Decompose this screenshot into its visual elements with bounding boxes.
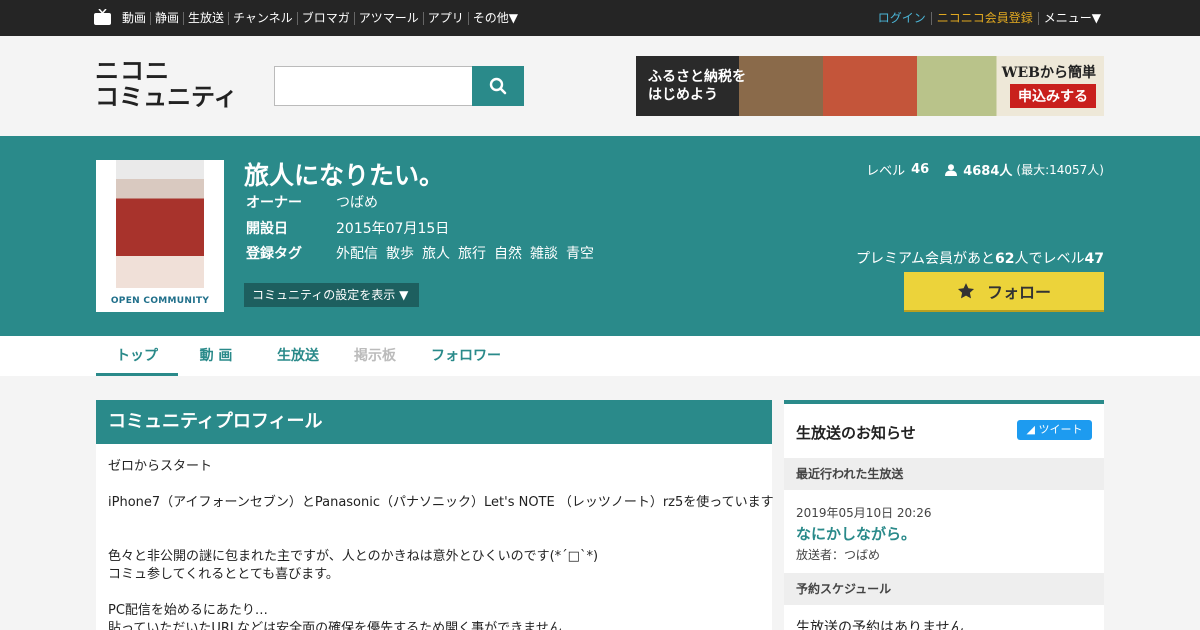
profile-line: PC配信を始めるにあたり… bbox=[108, 603, 268, 618]
owner-row: オーナー つばめ bbox=[246, 192, 378, 212]
member-icon bbox=[945, 163, 958, 176]
profile-line bbox=[108, 512, 760, 530]
star-icon bbox=[957, 283, 975, 299]
opened-date: 2015年07月15日 bbox=[336, 221, 450, 237]
nav-apps[interactable]: アプリ bbox=[422, 11, 468, 25]
profile-line: 貼っていただいたURLなどは安全面の確保を優先するため開く事ができません bbox=[108, 621, 562, 630]
community-header: OPEN COMMUNITY 旅人になりたい。 オーナー つばめ 開設日 201… bbox=[0, 136, 1200, 336]
nav-live[interactable]: 生放送 bbox=[183, 11, 228, 25]
tag-item[interactable]: 散歩 bbox=[386, 243, 414, 263]
premium-level-note: プレミアム会員があと62人でレベル47 bbox=[856, 248, 1104, 268]
follow-label: フォロー bbox=[986, 283, 1051, 302]
opened-row: 開設日 2015年07月15日 bbox=[246, 218, 449, 238]
recent-live-label: 最近行われた生放送 bbox=[784, 458, 1104, 490]
search-button[interactable] bbox=[472, 66, 524, 106]
tag-item[interactable]: 青空 bbox=[566, 243, 594, 263]
premium-count: 62 bbox=[995, 251, 1015, 267]
profile-line bbox=[108, 476, 760, 494]
level-label: レベル bbox=[866, 164, 906, 179]
niconico-tv-icon[interactable] bbox=[94, 9, 111, 25]
logo-line-1: ニコニ bbox=[95, 57, 170, 85]
nav-blomaga[interactable]: ブロマガ bbox=[296, 11, 354, 25]
nicommunity-logo[interactable]: ニコニ コミュニティ bbox=[95, 58, 255, 114]
community-stats: レベル 46 4684人 (最大:14057人) bbox=[866, 160, 1104, 179]
menu-dropdown[interactable]: メニュー▼ bbox=[1037, 11, 1106, 25]
community-title: 旅人になりたい。 bbox=[244, 161, 445, 190]
member-max: (最大:14057人) bbox=[1016, 163, 1104, 177]
premium-text-b: 人でレベル bbox=[1014, 251, 1085, 267]
search-input[interactable] bbox=[274, 66, 474, 106]
schedule-empty-message: 生放送の予約はありません bbox=[796, 620, 964, 630]
profile-line bbox=[108, 584, 760, 602]
tags-label: 登録タグ bbox=[246, 246, 302, 262]
nav-more[interactable]: その他▼ bbox=[467, 11, 522, 25]
top-navigation-bar: 動画 静画 生放送 チャンネル ブロマガ アツマール アプリ その他▼ ログイン… bbox=[0, 0, 1200, 36]
profile-line: 色々と非公開の謎に包まれた主ですが、人とのかきねは意外とひくいのです(*´□`*… bbox=[108, 549, 599, 564]
community-thumbnail[interactable]: OPEN COMMUNITY bbox=[96, 160, 224, 312]
tags-row: 登録タグ 外配信 散歩 旅人 旅行 自然 雑談 青空 bbox=[246, 243, 602, 263]
global-nav: 動画 静画 生放送 チャンネル ブロマガ アツマール アプリ その他▼ bbox=[118, 0, 522, 36]
recent-live-title[interactable]: なにかしながら。 bbox=[796, 523, 1092, 544]
profile-body: ゼロからスタート iPhone7（アイフォーンセブン）とPanasonic（パナ… bbox=[96, 444, 774, 630]
level-value: 46 bbox=[911, 162, 930, 177]
tag-item[interactable]: 外配信 bbox=[336, 243, 378, 263]
search-icon bbox=[489, 77, 507, 95]
tweet-label: ツイート bbox=[1038, 423, 1083, 436]
member-count: 4684人 bbox=[963, 164, 1013, 179]
live-info-title: 生放送のお知らせ bbox=[796, 424, 916, 442]
site-header: ニコニ コミュニティ ふるさと納税をはじめよう WEBから簡単 申込みする bbox=[0, 36, 1200, 136]
profile-line: iPhone7（アイフォーンセブン）とPanasonic（パナソニック）Let'… bbox=[108, 495, 774, 510]
owner-label: オーナー bbox=[246, 195, 302, 211]
nav-seiga[interactable]: 静画 bbox=[150, 11, 183, 25]
account-nav: ログイン ニコニコ会員登録 メニュー▼ bbox=[873, 0, 1106, 36]
profile-line: ゼロからスタート bbox=[108, 459, 213, 474]
logo-line-2: コミュニティ bbox=[95, 83, 238, 111]
tab-bbs: 掲示板 bbox=[354, 348, 396, 364]
tab-video[interactable]: 動 画 bbox=[178, 336, 254, 376]
tab-live[interactable]: 生放送 bbox=[262, 336, 334, 376]
banner-right-text: WEBから簡単 bbox=[1001, 65, 1096, 81]
tag-item[interactable]: 旅人 bbox=[422, 243, 450, 263]
thumbnail-illustration bbox=[116, 160, 204, 288]
recent-live-date: 2019年05月10日 20:26 bbox=[796, 506, 932, 520]
premium-level: 47 bbox=[1084, 251, 1104, 267]
register-link[interactable]: ニコニコ会員登録 bbox=[930, 11, 1038, 25]
login-link[interactable]: ログイン bbox=[873, 11, 931, 25]
nav-video[interactable]: 動画 bbox=[118, 11, 150, 25]
banner-left-text: ふるさと納税をはじめよう bbox=[648, 69, 746, 103]
furusato-tax-banner[interactable]: ふるさと納税をはじめよう WEBから簡単 申込みする bbox=[636, 56, 1104, 116]
premium-text-a: プレミアム会員があと bbox=[856, 251, 996, 267]
recent-live-broadcaster: 放送者：つばめ bbox=[796, 548, 881, 562]
recent-live-item[interactable]: 2019年05月10日 20:26 なにかしながら。 放送者：つばめ bbox=[784, 490, 1104, 573]
twitter-bird-icon: ◢ bbox=[1026, 423, 1035, 436]
profile-heading: コミュニティプロフィール bbox=[96, 400, 772, 444]
profile-line: コミュ参してくれるととても喜びます。 bbox=[108, 567, 339, 582]
tab-followers[interactable]: フォロワー bbox=[422, 336, 510, 376]
community-settings-button[interactable]: コミュニティの設定を表示 ▼ bbox=[244, 283, 419, 307]
tag-item[interactable]: 雑談 bbox=[530, 243, 558, 263]
live-info-header: 生放送のお知らせ ◢ ツイート bbox=[784, 404, 1104, 458]
follow-button[interactable]: フォロー bbox=[904, 272, 1104, 312]
banner-apply-label: 申込みする bbox=[1010, 84, 1096, 108]
tab-top[interactable]: トップ bbox=[96, 336, 178, 376]
open-community-label: OPEN COMMUNITY bbox=[110, 296, 210, 306]
tag-item[interactable]: 自然 bbox=[494, 243, 522, 263]
tweet-button[interactable]: ◢ ツイート bbox=[1017, 420, 1092, 440]
community-tabs: トップ 動 画 生放送 掲示板 フォロワー bbox=[0, 336, 1200, 376]
live-info-panel: 生放送のお知らせ ◢ ツイート 最近行われた生放送 2019年05月10日 20… bbox=[784, 400, 1104, 630]
schedule-label: 予約スケジュール bbox=[784, 573, 1104, 605]
opened-label: 開設日 bbox=[246, 221, 288, 237]
tag-item[interactable]: 旅行 bbox=[458, 243, 486, 263]
community-profile-panel: コミュニティプロフィール ゼロからスタート iPhone7（アイフォーンセブン）… bbox=[96, 400, 774, 630]
nav-atsumaru[interactable]: アツマール bbox=[353, 11, 423, 25]
owner-name[interactable]: つばめ bbox=[336, 192, 378, 212]
nav-channel[interactable]: チャンネル bbox=[228, 11, 297, 25]
profile-line bbox=[108, 530, 760, 548]
